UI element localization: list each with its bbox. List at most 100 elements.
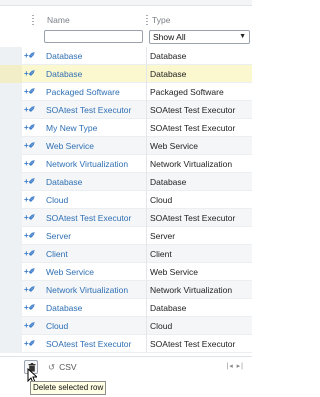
column-resize-handle[interactable] xyxy=(146,15,148,25)
row-name-link[interactable]: Database xyxy=(46,299,82,317)
table-row[interactable]: +✐ Database Database xyxy=(0,65,252,83)
row-gutter xyxy=(0,173,22,191)
row-type: SOAtest Test Executor xyxy=(150,123,236,133)
add-edit-icon[interactable]: +✐ xyxy=(24,284,42,296)
add-edit-icon[interactable]: +✐ xyxy=(24,338,42,350)
pagination-controls[interactable]: |◂ ▸| xyxy=(226,361,244,373)
table-row[interactable]: +✐ Database Database xyxy=(0,299,252,317)
row-name-link[interactable]: Database xyxy=(46,65,82,83)
table-row[interactable]: +✐ Cloud Cloud xyxy=(0,191,252,209)
environment-table-panel: Name Type Show All ▼ +✐ Database Database +… xyxy=(0,0,252,397)
row-name-link[interactable]: Cloud xyxy=(46,317,68,335)
row-gutter xyxy=(0,317,22,335)
chevron-down-icon: ▼ xyxy=(239,33,246,40)
row-name-link[interactable]: Server xyxy=(46,227,71,245)
add-edit-icon[interactable]: +✐ xyxy=(24,86,42,98)
table-row[interactable]: +✐ Client Client xyxy=(0,245,252,263)
row-name-link[interactable]: SOAtest Test Executor xyxy=(46,101,131,119)
row-name-link[interactable]: Database xyxy=(46,173,82,191)
table-row[interactable]: +✐ Network Virtualization Network Virtuali… xyxy=(0,281,252,299)
row-name-link[interactable]: Web Service xyxy=(46,137,94,155)
table-row[interactable]: +✐ Database Database xyxy=(0,173,252,191)
type-filter-value: Show All xyxy=(153,32,186,42)
table-row[interactable]: +✐ SOAtest Test Executor SOAtest Test Exec… xyxy=(0,209,252,227)
column-divider xyxy=(146,263,147,281)
row-type: SOAtest Test Executor xyxy=(150,339,236,349)
top-scrollbar xyxy=(0,0,252,6)
column-divider xyxy=(146,173,147,191)
row-name-link[interactable]: SOAtest Test Executor xyxy=(46,335,131,353)
row-gutter xyxy=(0,155,22,173)
table-body: +✐ Database Database +✐ Database Database +✐ Pa… xyxy=(0,47,252,353)
add-edit-icon[interactable]: +✐ xyxy=(24,230,42,242)
table-footer: ↺ CSV |◂ ▸| xyxy=(0,356,252,378)
row-gutter xyxy=(0,119,22,137)
row-name-link[interactable]: Packaged Software xyxy=(46,83,120,101)
row-gutter xyxy=(0,137,22,155)
row-name-link[interactable]: Client xyxy=(46,245,68,263)
row-gutter xyxy=(0,83,22,101)
column-divider xyxy=(146,317,147,335)
add-edit-icon[interactable]: +✐ xyxy=(24,122,42,134)
column-divider xyxy=(146,209,147,227)
add-edit-icon[interactable]: +✐ xyxy=(24,266,42,278)
tooltip: Delete selected row xyxy=(30,381,106,395)
row-gutter xyxy=(0,101,22,119)
row-gutter xyxy=(0,245,22,263)
table-row[interactable]: +✐ Database Database xyxy=(0,47,252,65)
table-row[interactable]: +✐ My New Type SOAtest Test Executor xyxy=(0,119,252,137)
row-gutter xyxy=(0,47,22,65)
row-name-link[interactable]: My New Type xyxy=(46,119,97,137)
add-edit-icon[interactable]: +✐ xyxy=(24,248,42,260)
table-row[interactable]: +✐ SOAtest Test Executor SOAtest Test Exec… xyxy=(0,101,252,119)
add-edit-icon[interactable]: +✐ xyxy=(24,212,42,224)
row-name-link[interactable]: Network Virtualization xyxy=(46,281,128,299)
table-row[interactable]: +✐ Packaged Software Packaged Software xyxy=(0,83,252,101)
row-name-link[interactable]: Network Virtualization xyxy=(46,155,128,173)
table-row[interactable]: +✐ Web Service Web Service xyxy=(0,137,252,155)
add-edit-icon[interactable]: +✐ xyxy=(24,140,42,152)
row-gutter xyxy=(0,281,22,299)
add-edit-icon[interactable]: +✐ xyxy=(24,68,42,80)
row-type: Database xyxy=(150,303,187,313)
column-divider xyxy=(146,47,147,65)
row-type: Database xyxy=(150,51,187,61)
filter-row: Show All ▼ xyxy=(0,29,252,45)
row-name-link[interactable]: SOAtest Test Executor xyxy=(46,209,131,227)
row-type: SOAtest Test Executor xyxy=(150,105,236,115)
add-edit-icon[interactable]: +✐ xyxy=(24,104,42,116)
column-resize-handle[interactable] xyxy=(32,15,34,25)
row-type: Cloud xyxy=(150,195,173,205)
row-gutter xyxy=(0,227,22,245)
table-row[interactable]: +✐ Network Virtualization Network Virtuali… xyxy=(0,155,252,173)
column-header-name[interactable]: Name xyxy=(47,13,70,27)
table-header: Name Type xyxy=(22,13,252,27)
row-name-link[interactable]: Web Service xyxy=(46,263,94,281)
column-divider xyxy=(146,227,147,245)
add-edit-icon[interactable]: +✐ xyxy=(24,176,42,188)
row-gutter xyxy=(0,191,22,209)
row-name-link[interactable]: Database xyxy=(46,47,82,65)
table-row[interactable]: +✐ Web Service Web Service xyxy=(0,263,252,281)
column-divider xyxy=(146,299,147,317)
name-filter-input[interactable] xyxy=(44,30,143,43)
row-gutter xyxy=(0,299,22,317)
column-divider xyxy=(146,119,147,137)
row-name-link[interactable]: Cloud xyxy=(46,191,68,209)
csv-export-button[interactable]: ↺ CSV xyxy=(48,361,77,373)
table-row[interactable]: +✐ Server Server xyxy=(0,227,252,245)
type-filter-select[interactable]: Show All ▼ xyxy=(149,30,250,44)
add-edit-icon[interactable]: +✐ xyxy=(24,158,42,170)
add-edit-icon[interactable]: +✐ xyxy=(24,194,42,206)
add-edit-icon[interactable]: +✐ xyxy=(24,302,42,314)
row-type: Network Virtualization xyxy=(150,285,233,295)
add-edit-icon[interactable]: +✐ xyxy=(24,320,42,332)
table-row[interactable]: +✐ SOAtest Test Executor SOAtest Test Exec… xyxy=(0,335,252,353)
table-row[interactable]: +✐ Cloud Cloud xyxy=(0,317,252,335)
add-edit-icon[interactable]: +✐ xyxy=(24,50,42,62)
row-type: Web Service xyxy=(150,141,199,151)
column-header-type[interactable]: Type xyxy=(152,13,170,27)
row-type: Database xyxy=(150,69,187,79)
row-type: SOAtest Test Executor xyxy=(150,213,236,223)
csv-label: CSV xyxy=(59,362,77,372)
